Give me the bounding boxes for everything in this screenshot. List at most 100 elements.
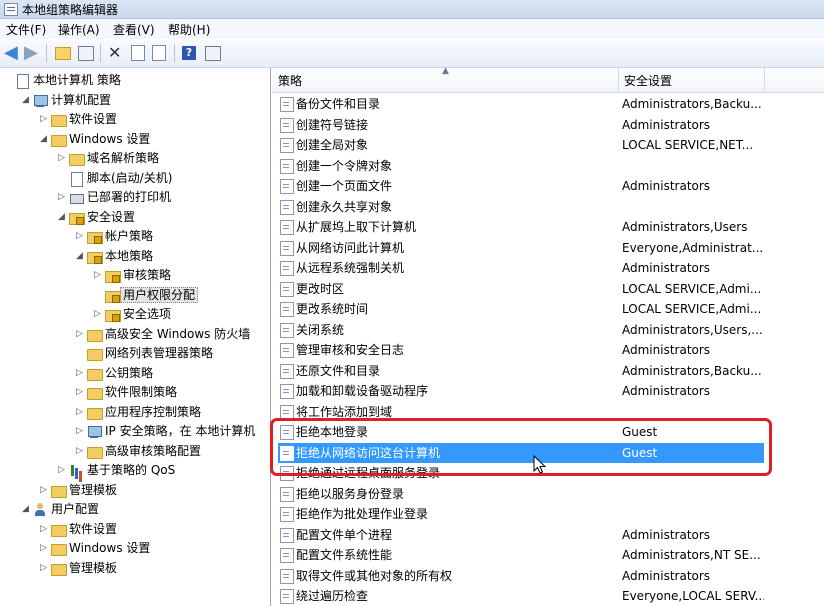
policy-row[interactable]: 拒绝通过远程桌面服务登录 (278, 463, 764, 483)
tree-item-label: IP 安全策略，在 本地计算机 (105, 424, 256, 438)
tree-item[interactable]: ▷ 高级审核策略配置 (76, 442, 201, 461)
tree-item[interactable]: ▷ 软件设置 (40, 520, 117, 539)
collapsed-arrow-icon[interactable]: ▷ (40, 110, 50, 129)
menu-view[interactable]: 查看(V) (113, 21, 155, 38)
policy-row[interactable]: 拒绝从网络访问这台计算机 Guest (278, 442, 764, 463)
policy-row[interactable]: 更改系统时间 LOCAL SERVICE,Admi... (278, 299, 764, 319)
tree-item-label: 公钥策略 (105, 365, 154, 380)
collapsed-arrow-icon[interactable]: ▷ (76, 442, 86, 461)
tree-item[interactable]: 用户权限分配 (94, 286, 199, 305)
policy-row[interactable]: 更改时区 LOCAL SERVICE,Admi... (278, 279, 764, 299)
policy-row[interactable]: 从扩展坞上取下计算机 Administrators,Users (278, 217, 764, 237)
menu-help[interactable]: 帮助(H) (168, 21, 210, 38)
tree-item[interactable]: ▷ 软件设置 (40, 110, 117, 129)
policy-row[interactable]: 加载和卸载设备驱动程序 Administrators (278, 381, 764, 401)
collapsed-arrow-icon[interactable]: ▷ (76, 403, 86, 422)
tree-item[interactable]: ▷ 已部署的打印机 (58, 188, 171, 207)
tree-item[interactable]: ▷ Windows 设置 (40, 539, 150, 558)
policy-row[interactable]: 配置文件系统性能 Administrators,NT SE... (278, 545, 764, 565)
tree-item[interactable]: ▷ 安全选项 (94, 305, 171, 324)
up-folder-icon[interactable] (55, 47, 71, 60)
delete-icon[interactable]: ✕ (108, 44, 126, 62)
policy-row[interactable]: 拒绝以服务身份登录 (278, 484, 764, 504)
policy-row[interactable]: 配置文件单个进程 Administrators (278, 525, 764, 545)
collapsed-arrow-icon[interactable]: ▷ (58, 188, 68, 207)
tree-item[interactable]: ▷ 域名解析策略 (58, 149, 159, 168)
security-setting: Everyone,Administrat... (622, 240, 764, 255)
collapsed-arrow-icon[interactable]: ▷ (76, 364, 86, 383)
policy-row[interactable]: 关闭系统 Administrators,Users,... (278, 320, 764, 340)
policy-row[interactable]: 管理审核和安全日志 Administrators (278, 340, 764, 360)
collapsed-arrow-icon[interactable]: ▷ (58, 149, 68, 168)
policy-row[interactable]: 还原文件和目录 Administrators,Backu... (278, 361, 764, 381)
collapsed-arrow-icon[interactable]: ▷ (76, 325, 86, 344)
menu-action[interactable]: 操作(A) (58, 21, 100, 38)
policy-name: 创建一个页面文件 (296, 179, 393, 193)
tree-item[interactable]: ▷ 应用程序控制策略 (76, 403, 201, 422)
tree-item[interactable]: ▷ 帐户策略 (76, 227, 153, 246)
policy-row[interactable]: 将工作站添加到域 (278, 402, 764, 422)
forward-arrow-icon[interactable]: ▶ (24, 44, 42, 62)
collapsed-arrow-icon[interactable]: ▷ (40, 539, 50, 558)
tree-item[interactable]: 脚本(启动/关机) (58, 169, 172, 188)
tree-item[interactable]: 本地计算机 策略 (4, 71, 121, 90)
tree-item[interactable]: ▷ 高级安全 Windows 防火墙 (76, 325, 250, 344)
show-hide-tree-icon[interactable] (78, 46, 94, 61)
back-arrow-icon[interactable]: ◀ (4, 44, 22, 62)
console-tree-icon[interactable] (205, 46, 221, 61)
tree-item[interactable]: ◢ Windows 设置 (40, 130, 150, 149)
collapsed-arrow-icon[interactable]: ▷ (40, 559, 50, 578)
collapsed-arrow-icon[interactable]: ▷ (76, 383, 86, 402)
tree-item[interactable]: ▷ 基于策略的 QoS (58, 461, 175, 480)
expanded-arrow-icon[interactable]: ◢ (22, 500, 32, 519)
policy-row[interactable]: 创建一个页面文件 Administrators (278, 176, 764, 196)
collapsed-arrow-icon[interactable]: ▷ (58, 461, 68, 480)
policy-row[interactable]: 从网络访问此计算机 Everyone,Administrat... (278, 238, 764, 258)
policy-row[interactable]: 从远程系统强制关机 Administrators (278, 258, 764, 278)
properties-icon[interactable] (131, 45, 145, 61)
tree-item[interactable]: ▷ 管理模板 (40, 481, 117, 500)
tree-item[interactable]: 网络列表管理器策略 (76, 344, 213, 363)
policy-row[interactable]: 拒绝作为批处理作业登录 (278, 504, 764, 524)
policy-name: 从远程系统强制关机 (296, 261, 405, 275)
tree-pane[interactable]: 本地计算机 策略 ◢ 计算机配置 ▷ 软件设置 ◢ Windows 设置 ▷ 域名解析策略 脚本(… (0, 68, 271, 606)
collapsed-arrow-icon[interactable]: ▷ (40, 520, 50, 539)
column-header-policy[interactable]: 策略 (272, 68, 619, 92)
policy-row[interactable]: 拒绝本地登录 Guest (278, 422, 764, 442)
tree-item[interactable]: ▷ 审核策略 (94, 266, 171, 285)
column-header-setting[interactable]: 安全设置 (618, 68, 765, 92)
policy-row[interactable]: 绕过遍历检查 Everyone,LOCAL SERV... (278, 586, 764, 606)
tree-item[interactable]: ◢ 计算机配置 (22, 91, 111, 110)
policy-row[interactable]: 创建一个令牌对象 (278, 156, 764, 176)
collapsed-arrow-icon[interactable]: ▷ (40, 481, 50, 500)
policy-row[interactable]: 创建符号链接 Administrators (278, 115, 764, 135)
expanded-arrow-icon[interactable]: ◢ (40, 130, 50, 149)
collapsed-arrow-icon[interactable]: ▷ (76, 227, 86, 246)
policy-icon (280, 548, 294, 563)
tree-item[interactable]: ▷ 管理模板 (40, 559, 117, 578)
policy-row[interactable]: 创建永久共享对象 (278, 197, 764, 217)
help-icon[interactable]: ? (182, 46, 196, 60)
toolbar-separator (174, 44, 175, 62)
tree-item[interactable]: ▷ 软件限制策略 (76, 383, 177, 402)
tree-item[interactable]: ▷ 公钥策略 (76, 364, 153, 383)
collapsed-arrow-icon[interactable]: ▷ (76, 422, 86, 441)
expanded-arrow-icon[interactable]: ◢ (22, 91, 32, 110)
policy-name: 取得文件或其他对象的所有权 (296, 568, 453, 583)
policy-row[interactable]: 创建全局对象 LOCAL SERVICE,NET... (278, 135, 764, 155)
tree-item-label: 域名解析策略 (87, 151, 160, 165)
policy-list-pane[interactable]: ▲ 策略 安全设置 备份文件和目录 Administrators,Backu...… (272, 66, 824, 606)
lockfold-icon (104, 305, 121, 324)
collapsed-arrow-icon[interactable]: ▷ (94, 305, 104, 324)
expanded-arrow-icon[interactable]: ◢ (76, 247, 86, 266)
menu-file[interactable]: 文件(F) (6, 21, 46, 38)
expanded-arrow-icon[interactable]: ◢ (58, 208, 68, 227)
tree-item[interactable]: ◢ 用户配置 (22, 500, 99, 519)
tree-item[interactable]: ◢ 本地策略 (76, 247, 153, 266)
tree-item[interactable]: ◢ 安全设置 (58, 208, 135, 227)
policy-row[interactable]: 备份文件和目录 Administrators,Backu... (278, 94, 764, 114)
tree-item[interactable]: ▷ IP 安全策略，在 本地计算机 (76, 422, 255, 441)
policy-row[interactable]: 取得文件或其他对象的所有权 Administrators (278, 566, 764, 586)
collapsed-arrow-icon[interactable]: ▷ (94, 266, 104, 285)
export-list-icon[interactable] (152, 45, 166, 61)
